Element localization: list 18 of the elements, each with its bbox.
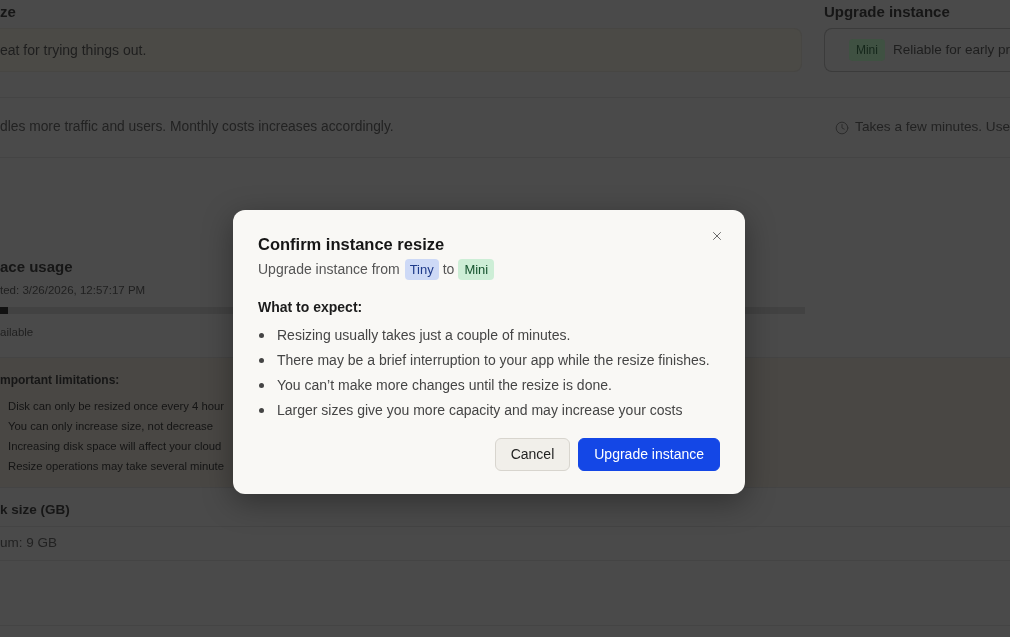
expectation-item: You can’t make more changes until the resize is done. — [277, 376, 612, 395]
dialog-title: Confirm instance resize — [258, 234, 445, 255]
expectation-item: Resizing usually takes just a couple of minutes. — [277, 326, 571, 345]
dialog-subtitle: Upgrade instance from — [258, 260, 400, 279]
close-icon[interactable] — [710, 229, 724, 243]
dialog-subtitle: to — [442, 260, 455, 279]
expectation-item: Larger sizes give you more capacity and may increase your costs — [277, 401, 683, 420]
bullet-icon — [259, 333, 264, 338]
bullet-icon — [259, 383, 264, 388]
plan-badge: Mini — [458, 259, 495, 280]
expectation-item: There may be a brief interruption to your app while the resize finishes. — [277, 351, 710, 370]
cancel-button[interactable]: Cancel — [494, 438, 571, 471]
bullet-icon — [259, 358, 264, 363]
bullet-icon — [259, 408, 264, 413]
clock-icon — [835, 120, 850, 135]
section-heading: What to expect: — [258, 298, 363, 317]
plan-badge: Tiny — [404, 259, 439, 280]
upgrade-button[interactable]: Upgrade instance — [578, 438, 720, 471]
